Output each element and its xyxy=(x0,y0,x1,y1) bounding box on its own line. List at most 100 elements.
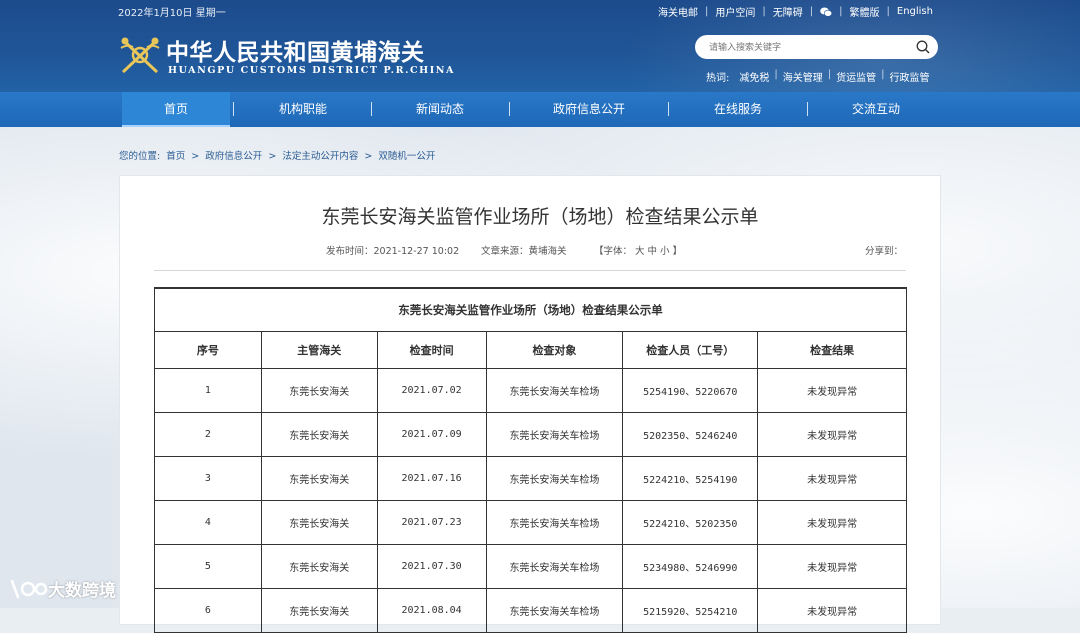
hot-words: 热词: 减免税 | 海关管理 | 货运监管 | 行政监管 xyxy=(706,69,930,84)
cell-date: 2021.07.09 xyxy=(376,412,487,457)
cell-result: 未发现异常 xyxy=(757,456,907,501)
breadcrumb-sep: > xyxy=(191,151,200,162)
publish-time: 发布时间：2021-12-27 10:02 xyxy=(326,246,460,257)
nav-divider xyxy=(371,102,372,116)
cell-target: 东莞长安海关车检场 xyxy=(485,544,624,589)
link-email[interactable]: 海关电邮 xyxy=(658,4,698,19)
site-header: 2022年1月10日 星期一 海关电邮 | 用户空间 | 无障碍 | | 繁體版… xyxy=(0,0,1080,92)
cell-date: 2021.08.04 xyxy=(376,588,487,633)
cell-target: 东莞长安海关车检场 xyxy=(485,412,624,457)
hot-label: 热词: xyxy=(706,73,730,84)
font-size-control[interactable]: 【字体： 大 中 小 】 xyxy=(594,243,682,257)
search-input[interactable] xyxy=(707,39,911,57)
search-box xyxy=(695,35,938,59)
brand-title-en: HUANGPU CUSTOMS DISTRICT P.R.CHINA xyxy=(168,65,456,76)
nav-gov-info[interactable]: 政府信息公开 xyxy=(530,92,648,127)
separator: | xyxy=(886,6,890,17)
link-user-space[interactable]: 用户空间 xyxy=(715,4,755,19)
hot-item[interactable]: 行政监管 xyxy=(890,69,930,84)
breadcrumb: 您的位置: 首页 > 政府信息公开 > 法定主动公开内容 > 双随机一公开 xyxy=(119,148,438,162)
cell-index: 4 xyxy=(154,500,262,545)
column-header: 检查人员（工号） xyxy=(622,331,759,369)
breadcrumb-statutory[interactable]: 法定主动公开内容 xyxy=(282,151,358,162)
separator: | xyxy=(705,6,709,17)
cell-target: 东莞长安海关车检场 xyxy=(485,456,624,501)
breadcrumb-random-check[interactable]: 双随机一公开 xyxy=(378,151,435,162)
separator: | xyxy=(881,69,885,80)
link-traditional[interactable]: 繁體版 xyxy=(850,4,880,19)
cell-inspectors: 5224210、5202350 xyxy=(622,500,759,545)
cell-result: 未发现异常 xyxy=(757,588,907,633)
cell-inspectors: 5215920、5254210 xyxy=(622,588,759,633)
table-header-row: 序号 主管海关 检查时间 检查对象 检查人员（工号） 检查结果 xyxy=(154,331,907,369)
cell-target: 东莞长安海关车检场 xyxy=(485,368,624,413)
cell-customs: 东莞长安海关 xyxy=(260,544,378,589)
cell-index: 5 xyxy=(154,544,262,589)
cell-result: 未发现异常 xyxy=(757,412,907,457)
share-label: 分享到： xyxy=(865,246,904,257)
cell-date: 2021.07.30 xyxy=(376,544,487,589)
hot-item[interactable]: 海关管理 xyxy=(783,69,823,84)
cell-date: 2021.07.02 xyxy=(376,368,487,413)
table-row: 1 东莞长安海关 2021.07.02 东莞长安海关车检场 5254190、52… xyxy=(154,368,907,413)
cell-date: 2021.07.16 xyxy=(376,456,487,501)
cell-index: 6 xyxy=(154,588,262,633)
top-links: 海关电邮 | 用户空间 | 无障碍 | | 繁體版 | English xyxy=(658,4,933,19)
cell-inspectors: 5202350、5246240 xyxy=(622,412,759,457)
separator: | xyxy=(827,69,832,80)
breadcrumb-gov-info[interactable]: 政府信息公开 xyxy=(205,151,262,162)
watermark: 大数跨境 xyxy=(8,576,116,601)
cell-index: 1 xyxy=(154,368,262,413)
table-row: 3 东莞长安海关 2021.07.16 东莞长安海关车检场 5224210、52… xyxy=(154,456,907,501)
nav-home[interactable]: 首页 xyxy=(122,92,230,127)
cell-customs: 东莞长安海关 xyxy=(260,412,378,457)
nav-divider xyxy=(807,102,808,116)
nav-online-service[interactable]: 在线服务 xyxy=(684,92,792,127)
brand-title-cn: 中华人民共和国黄埔海关 xyxy=(166,39,425,66)
article-source: 文章来源：黄埔海关 xyxy=(481,246,567,257)
cell-index: 3 xyxy=(154,456,262,501)
breadcrumb-sep: > xyxy=(268,151,277,162)
customs-emblem-icon[interactable] xyxy=(119,34,161,76)
title-divider xyxy=(154,270,906,271)
table-row: 4 东莞长安海关 2021.07.23 东莞长安海关车检场 5224210、52… xyxy=(154,500,907,545)
nav-news[interactable]: 新闻动态 xyxy=(386,92,494,127)
nav-interaction[interactable]: 交流互动 xyxy=(822,92,930,127)
cell-result: 未发现异常 xyxy=(757,368,907,413)
table-caption: 东莞长安海关监管作业场所（场地）检查结果公示单 xyxy=(154,287,907,332)
cell-customs: 东莞长安海关 xyxy=(260,500,378,545)
column-header: 检查对象 xyxy=(485,331,624,369)
nav-functions[interactable]: 机构职能 xyxy=(250,92,356,127)
article-title: 东莞长安海关监管作业场所（场地）检查结果公示单 xyxy=(321,206,759,228)
hot-item[interactable]: 货运监管 xyxy=(836,69,876,84)
cell-result: 未发现异常 xyxy=(757,500,907,545)
nav-divider xyxy=(233,102,234,116)
cell-customs: 东莞长安海关 xyxy=(260,456,378,501)
cell-customs: 东莞长安海关 xyxy=(260,588,378,633)
cell-customs: 东莞长安海关 xyxy=(260,368,378,413)
cell-target: 东莞长安海关车检场 xyxy=(485,500,624,545)
table-row: 5 东莞长安海关 2021.07.30 东莞长安海关车检场 5234980、52… xyxy=(154,544,907,589)
main-nav: 首页 机构职能 新闻动态 政府信息公开 在线服务 交流互动 xyxy=(0,92,1080,127)
nav-divider xyxy=(509,102,510,116)
column-header: 主管海关 xyxy=(260,331,378,369)
hot-item[interactable]: 减免税 xyxy=(739,69,769,84)
search-icon[interactable] xyxy=(916,40,930,54)
watermark-text: 大数跨境 xyxy=(48,581,116,601)
breadcrumb-home[interactable]: 首页 xyxy=(166,151,185,162)
separator: | xyxy=(774,69,778,80)
cell-inspectors: 5254190、5220670 xyxy=(622,368,759,413)
separator: | xyxy=(762,6,766,17)
column-header: 序号 xyxy=(154,331,262,369)
column-header: 检查结果 xyxy=(757,331,907,369)
table-row: 6 东莞长安海关 2021.08.04 东莞长安海关车检场 5215920、52… xyxy=(154,588,907,633)
link-english[interactable]: English xyxy=(897,6,933,17)
current-date: 2022年1月10日 星期一 xyxy=(118,8,226,19)
cell-date: 2021.07.23 xyxy=(376,500,487,545)
cell-index: 2 xyxy=(154,412,262,457)
cell-target: 东莞长安海关车检场 xyxy=(485,588,624,633)
breadcrumb-label: 您的位置: xyxy=(119,151,161,162)
wechat-icon[interactable] xyxy=(820,7,833,17)
link-accessibility[interactable]: 无障碍 xyxy=(773,4,803,19)
cell-inspectors: 5224210、5254190 xyxy=(622,456,759,501)
